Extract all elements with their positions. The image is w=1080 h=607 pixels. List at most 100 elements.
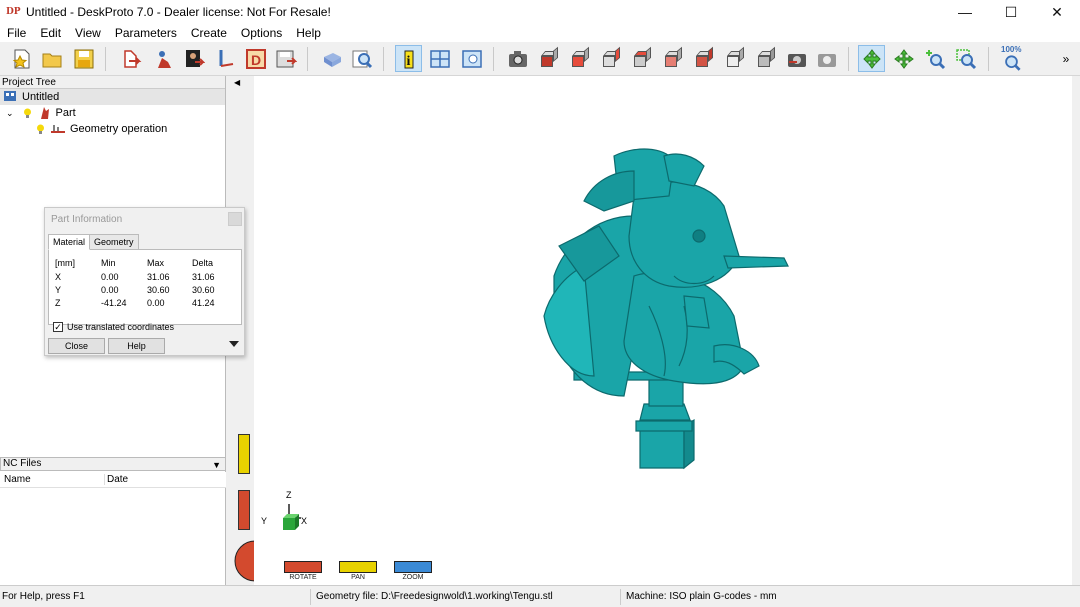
zoom-in-icon[interactable] xyxy=(921,45,948,72)
view-iso-icon[interactable] xyxy=(535,45,562,72)
lightbulb-icon[interactable] xyxy=(23,108,32,119)
layout-icon[interactable] xyxy=(426,45,453,72)
3d-viewport[interactable]: Z Y X xyxy=(254,76,1072,585)
view-left-icon[interactable] xyxy=(659,45,686,72)
menu-help[interactable]: Help xyxy=(289,26,328,40)
zoom-mode-label: ZOOM xyxy=(402,574,424,581)
status-divider xyxy=(620,589,621,605)
nc-files-columns: Name Date xyxy=(0,472,226,488)
zoom-mode-button[interactable] xyxy=(394,561,432,573)
tree-item-part[interactable]: ⌄ Part xyxy=(0,105,76,121)
camera2-icon[interactable] xyxy=(813,45,840,72)
column-header-date[interactable]: Date xyxy=(104,474,128,485)
info-icon[interactable]: i xyxy=(395,45,422,72)
nc-files-header[interactable]: NC Files ▼ xyxy=(0,457,226,471)
translated-coordinates-option[interactable]: ✓ Use translated coordinates xyxy=(53,322,174,332)
collapse-arrow-icon[interactable]: ◀ xyxy=(234,78,240,87)
drawing-icon[interactable]: D xyxy=(242,45,269,72)
part-wizard-icon[interactable] xyxy=(118,45,145,72)
dialog-title: Part Information xyxy=(51,214,123,225)
geometry-import-icon[interactable] xyxy=(150,45,177,72)
view-back-icon[interactable] xyxy=(628,45,655,72)
vertical-scrollbar[interactable] xyxy=(1072,76,1080,585)
svg-text:D: D xyxy=(251,52,261,68)
grid-row-x-axis: X xyxy=(55,272,62,282)
axis-indicator: Z Y X xyxy=(259,488,319,548)
dropdown-arrow-icon[interactable]: ▼ xyxy=(212,459,221,471)
pan-slider[interactable] xyxy=(238,434,250,474)
pan-mode-icon[interactable] xyxy=(890,45,917,72)
zoom-100-label: 100% xyxy=(1001,45,1022,54)
expand-arrow-icon[interactable] xyxy=(229,341,239,347)
pan-mode-label: PAN xyxy=(351,574,365,581)
vector-icon[interactable] xyxy=(212,45,239,72)
grid-row-y-axis: Y xyxy=(55,285,62,295)
close-button[interactable]: ✕ xyxy=(1034,0,1080,24)
dialog-help-button[interactable]: Help xyxy=(108,338,165,354)
open-folder-icon[interactable] xyxy=(38,45,65,72)
dialog-close-icon[interactable] xyxy=(228,212,242,226)
view-window-icon[interactable] xyxy=(458,45,485,72)
zoom-icon[interactable] xyxy=(348,45,375,72)
menu-edit[interactable]: Edit xyxy=(33,26,68,40)
window-controls: — ☐ ✕ xyxy=(942,0,1080,24)
save-nc-icon[interactable] xyxy=(272,45,299,72)
rotate-mode-label: ROTATE xyxy=(289,574,317,581)
rotate-mode-icon[interactable] xyxy=(858,45,885,72)
menu-view[interactable]: View xyxy=(68,26,108,40)
mouse-mode-bar: ROTATE PAN ZOOM xyxy=(254,556,1072,585)
tab-geometry[interactable]: Geometry xyxy=(89,234,139,250)
more-label: » xyxy=(1062,51,1070,66)
view-front-icon[interactable] xyxy=(566,45,593,72)
grid-row-x-min: 0.00 xyxy=(101,272,119,282)
maximize-button[interactable]: ☐ xyxy=(988,0,1034,24)
view-top-icon[interactable] xyxy=(690,45,717,72)
translated-coordinates-checkbox[interactable]: ✓ xyxy=(53,322,63,332)
tab-material[interactable]: Material xyxy=(48,234,91,250)
zoom-window-icon[interactable] xyxy=(952,45,979,72)
tree-item-untitled[interactable]: Untitled xyxy=(0,89,225,105)
rotate-mode-button[interactable] xyxy=(284,561,322,573)
menu-parameters[interactable]: Parameters xyxy=(108,26,184,40)
dialog-tab-body: [mm] Min Max Delta X 0.00 31.06 31.06 Y … xyxy=(48,249,242,325)
new-file-icon[interactable] xyxy=(8,45,35,72)
toolbar-separator xyxy=(493,47,494,71)
screenshot-icon[interactable] xyxy=(504,45,531,72)
axis-z-label: Z xyxy=(286,490,292,500)
view-right-icon[interactable] xyxy=(597,45,624,72)
menu-file[interactable]: File xyxy=(0,26,33,40)
column-header-name[interactable]: Name xyxy=(4,474,31,485)
project-tree-header: Project Tree xyxy=(0,76,225,89)
grid-header-min: Min xyxy=(101,258,116,268)
pan-mode-button[interactable] xyxy=(339,561,377,573)
menu-create[interactable]: Create xyxy=(184,26,234,40)
menu-bar: File Edit View Parameters Create Options… xyxy=(0,24,1080,42)
dialog-close-button[interactable]: Close xyxy=(48,338,105,354)
rotate-slider[interactable] xyxy=(238,490,250,530)
tengu-model-render xyxy=(543,148,789,470)
rotate-view-icon[interactable] xyxy=(783,45,810,72)
tree-item-part-label: Part xyxy=(55,107,76,119)
axis-y-label: Y xyxy=(261,516,268,526)
tree-item-geometry-operation[interactable]: Geometry operation xyxy=(0,121,167,137)
lightbulb-icon[interactable] xyxy=(36,124,45,135)
cube-solid-icon[interactable] xyxy=(752,45,779,72)
photo-icon[interactable] xyxy=(180,45,207,72)
nc-files-title: NC Files xyxy=(3,458,42,469)
grid-row-z-max: 0.00 xyxy=(147,298,165,308)
toolbar-separator xyxy=(988,47,989,71)
save-icon[interactable] xyxy=(70,45,97,72)
status-geometry-file: Geometry file: D:\Freedesignwold\1.worki… xyxy=(316,591,553,602)
minimize-button[interactable]: — xyxy=(942,0,988,24)
zoom-100-icon[interactable]: 100% xyxy=(998,45,1025,72)
camera-icon[interactable] xyxy=(318,45,345,72)
chevron-down-icon[interactable]: ⌄ xyxy=(6,108,14,119)
view-bottom-icon[interactable] xyxy=(721,45,748,72)
more-icon[interactable]: » xyxy=(1058,45,1074,72)
grid-row-y-max: 30.60 xyxy=(147,285,170,295)
toolbar-separator xyxy=(848,47,849,71)
status-divider xyxy=(310,589,311,605)
status-bar: For Help, press F1 Geometry file: D:\Fre… xyxy=(0,585,1080,607)
tree-item-untitled-label: Untitled xyxy=(22,91,60,103)
menu-options[interactable]: Options xyxy=(234,26,289,40)
